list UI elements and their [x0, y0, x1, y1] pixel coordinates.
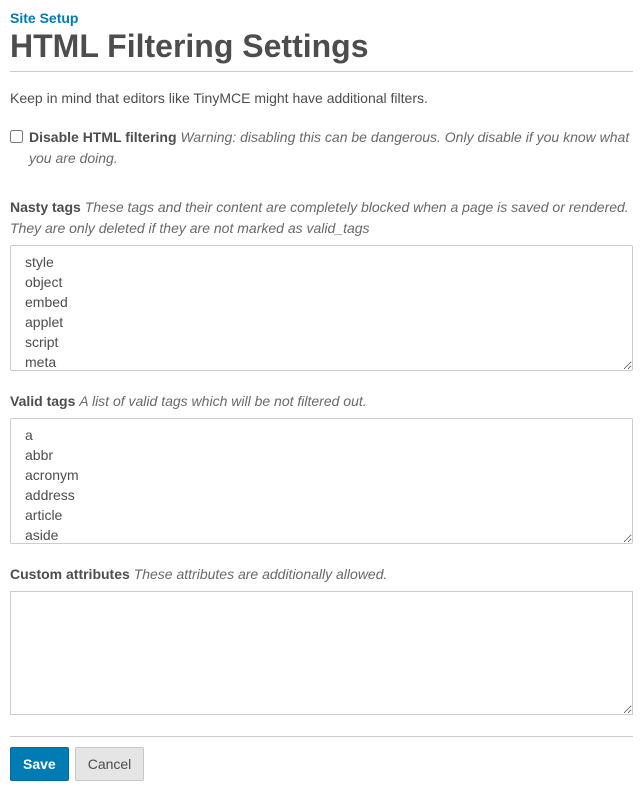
disable-filtering-label: Disable HTML filtering	[29, 129, 177, 145]
intro-text: Keep in mind that editors like TinyMCE m…	[10, 88, 633, 109]
save-button[interactable]: Save	[10, 747, 69, 781]
nasty-tags-select[interactable]: styleobjectembedappletscriptmeta	[10, 245, 633, 371]
list-item[interactable]: applet	[11, 312, 632, 332]
custom-attributes-label: Custom attributes	[10, 566, 130, 582]
custom-attributes-help: These attributes are additionally allowe…	[134, 566, 388, 582]
valid-tags-section: Valid tags A list of valid tags which wi…	[10, 391, 633, 544]
list-item[interactable]: a	[11, 425, 632, 445]
divider-bottom	[10, 736, 633, 737]
list-item[interactable]: acronym	[11, 465, 632, 485]
page-title: HTML Filtering Settings	[10, 28, 633, 65]
list-item[interactable]: meta	[11, 352, 632, 371]
valid-tags-select[interactable]: aabbracronymaddressarticleaside	[10, 418, 633, 544]
valid-tags-label: Valid tags	[10, 393, 75, 409]
divider-top	[10, 71, 633, 72]
disable-filtering-checkbox[interactable]	[10, 130, 23, 143]
button-row: Save Cancel	[10, 747, 633, 781]
list-item[interactable]: article	[11, 505, 632, 525]
valid-tags-help: A list of valid tags which will be not f…	[79, 393, 366, 409]
list-item[interactable]: style	[11, 252, 632, 272]
cancel-button[interactable]: Cancel	[75, 747, 145, 781]
list-item[interactable]: abbr	[11, 445, 632, 465]
list-item[interactable]: object	[11, 272, 632, 292]
custom-attributes-textarea[interactable]	[10, 591, 633, 715]
list-item[interactable]: aside	[11, 525, 632, 544]
list-item[interactable]: script	[11, 332, 632, 352]
custom-attributes-section: Custom attributes These attributes are a…	[10, 564, 633, 718]
nasty-tags-section: Nasty tags These tags and their content …	[10, 197, 633, 371]
list-item[interactable]: address	[11, 485, 632, 505]
disable-filtering-row: Disable HTML filtering Warning: disablin…	[10, 127, 633, 169]
nasty-tags-help: These tags and their content are complet…	[10, 199, 629, 236]
breadcrumb[interactable]: Site Setup	[10, 10, 633, 26]
nasty-tags-label: Nasty tags	[10, 199, 81, 215]
list-item[interactable]: embed	[11, 292, 632, 312]
